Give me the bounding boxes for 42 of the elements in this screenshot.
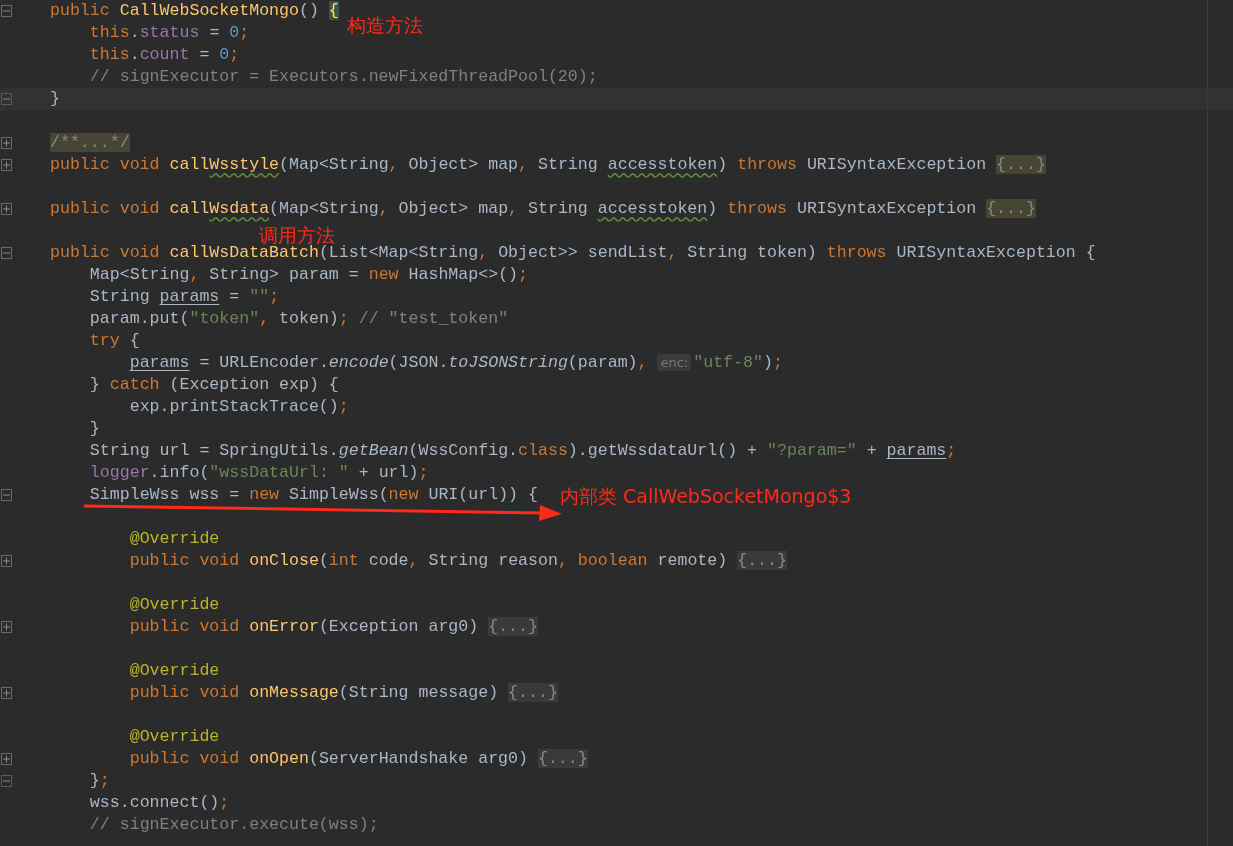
code-line: params = URLEncoder.encode(JSON.toJSONString(param), enc: "utf-8"); (128, 352, 783, 374)
code-line: @Override (128, 528, 220, 550)
code-line: SimpleWss wss = new SimpleWss(new URI(url)) { (88, 484, 538, 506)
code-line: logger.info("wssDataUrl: " + url); (88, 462, 429, 484)
fold-icon[interactable] (1, 687, 12, 699)
fold-icon[interactable] (1, 489, 12, 501)
code-line: String url = SpringUtils.getBean(WssConfig.class).getWssdataUrl() + "?param=" + params; (88, 440, 957, 462)
fold-icon[interactable] (1, 247, 12, 259)
code-line: } (88, 418, 100, 440)
code-line: public void callWsstyle(Map<String, Object> map, String accesstoken) throws URISyntaxException {...} (49, 154, 1046, 176)
fold-icon[interactable] (1, 159, 12, 171)
code-line: public void onOpen(ServerHandshake arg0) {...} (128, 748, 588, 770)
fold-icon[interactable] (1, 555, 12, 567)
code-line: // signExecutor = Executors.newFixedThreadPool(20); (88, 66, 598, 88)
annotation-note: 调用方法 (259, 223, 335, 246)
fold-icon[interactable] (1, 137, 12, 149)
fold-icon[interactable] (1, 203, 12, 215)
fold-icon[interactable] (1, 5, 12, 17)
code-line: param.put("token", token); // "test_token" (88, 308, 509, 330)
annotation-note: 构造方法 (347, 13, 423, 38)
code-line: @Override (128, 594, 220, 616)
code-line: String params = ""; (88, 286, 280, 308)
code-line: public CallWebSocketMongo() { (49, 0, 339, 22)
code-line: exp.printStackTrace(); (128, 396, 349, 418)
code-line: }; (88, 770, 110, 792)
fold-icon[interactable] (1, 621, 12, 633)
code-line: public void onClose(int code, String reason, boolean remote) {...} (128, 550, 787, 572)
code-line: @Override (128, 660, 220, 682)
code-line: this.count = 0; (88, 44, 240, 66)
annotation-note: 内部类 CallWebSocketMongo$3 (560, 484, 852, 509)
code-line: } (49, 88, 60, 110)
code-line: Map<String, String> param = new HashMap<>(); (88, 264, 529, 286)
code-line: try { (88, 330, 140, 352)
code-line: } catch (Exception exp) { (88, 374, 339, 396)
fold-icon[interactable] (1, 753, 12, 765)
code-line: public void onMessage(String message) {...} (128, 682, 558, 704)
code-line: @Override (128, 726, 220, 748)
code-line: // signExecutor.execute(wss); (88, 814, 379, 836)
code-line: this.status = 0; (88, 22, 250, 44)
code-line: wss.connect(); (88, 792, 230, 814)
code-line: public void callWsdata(Map<String, Object> map, String accesstoken) throws URISyntaxException {...} (49, 198, 1036, 220)
code-line: public void onError(Exception arg0) {...} (128, 616, 538, 638)
